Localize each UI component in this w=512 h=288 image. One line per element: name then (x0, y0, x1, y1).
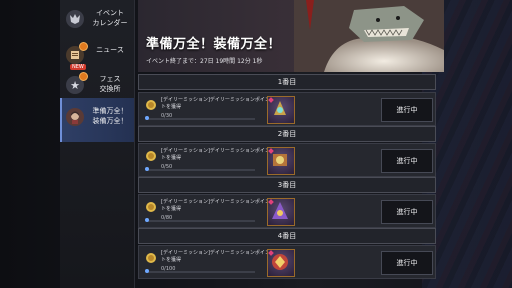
wolf-emblem-icon (66, 10, 84, 28)
sidebar-item-label: イベント カレンダー (92, 9, 128, 27)
in-progress-button[interactable]: 進行中 (381, 98, 433, 122)
sidebar-item-label: ニュース (96, 46, 124, 54)
mission-description: [デイリーミッション]デイリーミッションポイントを獲得 (161, 250, 270, 263)
tier-heading: 3番目 (138, 177, 436, 193)
tier-heading: 4番目 (138, 228, 436, 244)
mission-row: [デイリーミッション]デイリーミッションポイントを獲得 0/100 進行中 (138, 245, 436, 279)
progress-marker (145, 218, 149, 222)
in-progress-button[interactable]: 進行中 (381, 149, 433, 173)
hero-portrait-icon (66, 108, 84, 126)
mission-medal-icon (146, 100, 156, 110)
sidebar-item-label: フェス 交換所 (99, 75, 121, 93)
mission-description: [デイリーミッション]デイリーミッションポイントを獲得 (161, 97, 270, 110)
progress-marker (145, 116, 149, 120)
progress-marker (145, 167, 149, 171)
tier-heading-label: 3番目 (277, 181, 297, 189)
tier-heading-label: 4番目 (277, 232, 297, 240)
page-title: 準備万全！装備万全！ (146, 37, 282, 52)
mission-row: [デイリーミッション]デイリーミッションポイントを獲得 0/30 進行中 (138, 92, 436, 126)
mission-medal-icon (146, 202, 156, 212)
in-progress-button[interactable]: 進行中 (381, 251, 433, 275)
progress-bar (147, 220, 255, 222)
event-banner: 準備万全！装備万全！ イベント終了まで：27日 19時間 12分 1秒 (138, 0, 444, 72)
progress-bar (147, 271, 255, 273)
progress-marker (145, 269, 149, 273)
event-countdown: イベント終了まで：27日 19時間 12分 1秒 (146, 58, 263, 65)
tier-heading-label: 1番目 (277, 78, 297, 86)
sidebar: イベント カレンダー NEW ニュース ★ フェス 交換所 準備万全！ 装備万全… (60, 0, 135, 288)
mission-description: [デイリーミッション]デイリーミッションポイントを獲得 (161, 148, 270, 161)
in-progress-button[interactable]: 進行中 (381, 200, 433, 224)
sidebar-item-label: 準備万全！ 装備万全！ (92, 107, 128, 125)
reward-item-icon[interactable] (267, 147, 295, 175)
sidebar-item-preparation-event[interactable]: 準備万全！ 装備万全！ (60, 98, 134, 142)
mission-row: [デイリーミッション]デイリーミッションポイントを獲得 0/80 進行中 (138, 194, 436, 228)
mission-medal-icon (146, 151, 156, 161)
reward-item-icon[interactable] (267, 198, 295, 226)
mission-medal-icon (146, 253, 156, 263)
mission-description: [デイリーミッション]デイリーミッションポイントを獲得 (161, 199, 270, 212)
notification-badge (79, 72, 88, 81)
notification-badge (79, 42, 88, 51)
reward-item-icon[interactable] (267, 96, 295, 124)
progress-bar (147, 169, 255, 171)
progress-bar (147, 118, 255, 120)
tier-heading: 2番目 (138, 126, 436, 142)
boss-artwork (294, 0, 444, 72)
reward-item-icon[interactable] (267, 249, 295, 277)
tier-heading: 1番目 (138, 74, 436, 90)
tier-heading-label: 2番目 (277, 130, 297, 138)
mission-row: [デイリーミッション]デイリーミッションポイントを獲得 0/50 進行中 (138, 143, 436, 177)
